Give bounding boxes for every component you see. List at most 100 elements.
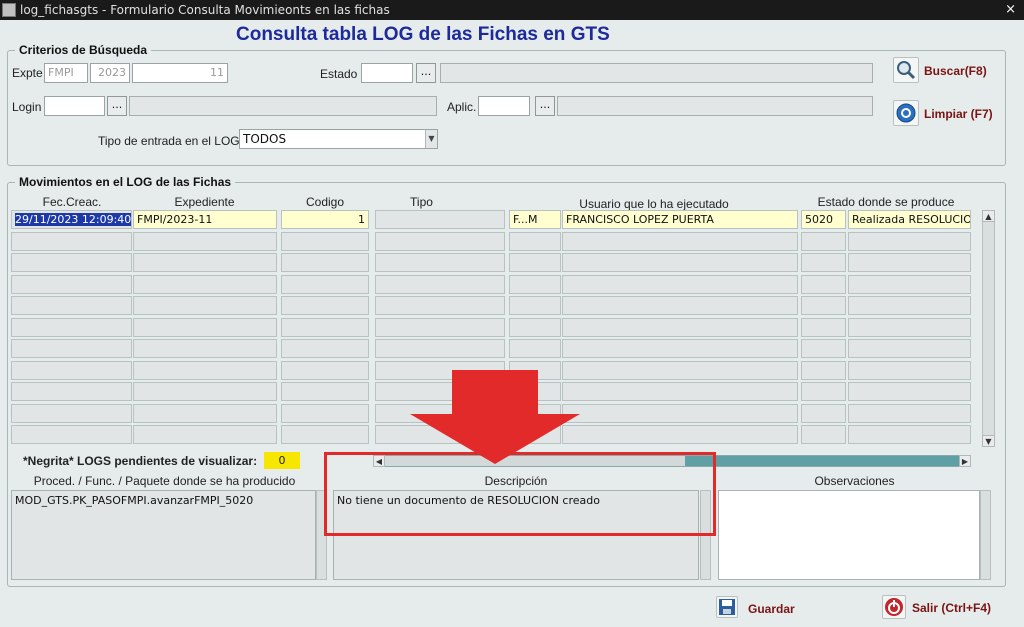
grid-cell[interactable] bbox=[133, 231, 277, 251]
grid-cell[interactable] bbox=[509, 339, 561, 358]
grid-cell[interactable] bbox=[848, 425, 971, 444]
grid-cell[interactable] bbox=[133, 296, 277, 315]
limpiar-button[interactable] bbox=[893, 100, 919, 126]
grid-cell[interactable] bbox=[11, 403, 132, 423]
grid-cell[interactable] bbox=[509, 253, 561, 272]
grid-cell[interactable] bbox=[801, 425, 846, 444]
grid-cell[interactable] bbox=[11, 339, 132, 358]
grid-cell[interactable] bbox=[801, 403, 846, 423]
grid-cell[interactable] bbox=[133, 425, 277, 444]
grid-cell[interactable] bbox=[281, 339, 369, 358]
guardar-label[interactable]: Guardar bbox=[748, 602, 795, 616]
grid-cell[interactable] bbox=[562, 231, 798, 251]
grid-cell[interactable] bbox=[509, 317, 561, 337]
cell-user-code[interactable]: F...M bbox=[509, 210, 561, 229]
grid-cell[interactable] bbox=[801, 317, 846, 337]
grid-cell[interactable] bbox=[11, 382, 132, 401]
grid-cell[interactable] bbox=[281, 317, 369, 337]
grid-cell[interactable] bbox=[281, 231, 369, 251]
grid-cell[interactable] bbox=[562, 296, 798, 315]
grid-cell[interactable] bbox=[848, 231, 971, 251]
aplic-lookup-button[interactable]: ... bbox=[535, 96, 555, 116]
grid-cell[interactable] bbox=[11, 296, 132, 315]
grid-cell[interactable] bbox=[801, 339, 846, 358]
aplic-input[interactable] bbox=[478, 96, 530, 116]
grid-cell[interactable] bbox=[562, 274, 798, 294]
grid-cell[interactable] bbox=[801, 360, 846, 380]
cell-expediente[interactable]: FMPI/2023-11 bbox=[133, 210, 277, 229]
grid-cell[interactable] bbox=[848, 382, 971, 401]
grid-cell[interactable] bbox=[375, 339, 505, 358]
limpiar-label[interactable]: Limpiar (F7) bbox=[924, 107, 993, 121]
proc-textarea[interactable]: MOD_GTS.PK_PASOFMPI.avanzarFMPI_5020 bbox=[11, 490, 316, 580]
login-input[interactable] bbox=[44, 96, 105, 116]
scroll-right-icon[interactable]: ▶ bbox=[959, 455, 971, 467]
grid-cell[interactable] bbox=[11, 274, 132, 294]
grid-cell[interactable] bbox=[562, 253, 798, 272]
expte-year-field[interactable]: 2023 bbox=[90, 63, 130, 83]
grid-cell[interactable] bbox=[133, 317, 277, 337]
grid-cell[interactable] bbox=[281, 403, 369, 423]
close-icon[interactable]: × bbox=[1005, 0, 1016, 20]
grid-cell[interactable] bbox=[848, 360, 971, 380]
estado-input[interactable] bbox=[361, 63, 413, 83]
login-lookup-button[interactable]: ... bbox=[107, 96, 127, 116]
expte-number-field[interactable]: 11 bbox=[132, 63, 228, 83]
obs-scrollbar[interactable] bbox=[980, 490, 991, 580]
grid-cell[interactable] bbox=[133, 253, 277, 272]
grid-cell[interactable] bbox=[801, 274, 846, 294]
grid-cell[interactable] bbox=[801, 382, 846, 401]
grid-cell[interactable] bbox=[11, 231, 132, 251]
grid-cell[interactable] bbox=[281, 382, 369, 401]
grid-cell[interactable] bbox=[848, 296, 971, 315]
salir-button[interactable] bbox=[882, 595, 906, 619]
grid-cell[interactable] bbox=[848, 339, 971, 358]
grid-cell[interactable] bbox=[281, 360, 369, 380]
grid-cell[interactable] bbox=[848, 317, 971, 337]
grid-cell[interactable] bbox=[281, 296, 369, 315]
cell-estado-desc[interactable]: Realizada RESOLUCION bbox=[848, 210, 971, 229]
grid-cell[interactable] bbox=[133, 403, 277, 423]
expte-type-field[interactable]: FMPI bbox=[44, 63, 88, 83]
grid-cell[interactable] bbox=[562, 425, 798, 444]
grid-cell[interactable] bbox=[848, 274, 971, 294]
grid-cell[interactable] bbox=[375, 317, 505, 337]
scroll-down-icon[interactable]: ▼ bbox=[982, 435, 995, 447]
grid-cell[interactable] bbox=[375, 274, 505, 294]
buscar-label[interactable]: Buscar(F8) bbox=[924, 64, 987, 78]
grid-cell[interactable] bbox=[11, 425, 132, 444]
cell-codigo[interactable]: 1 bbox=[281, 210, 369, 229]
grid-cell[interactable] bbox=[562, 339, 798, 358]
grid-cell[interactable] bbox=[11, 317, 132, 337]
grid-cell[interactable] bbox=[375, 253, 505, 272]
grid-cell[interactable] bbox=[281, 425, 369, 444]
grid-cell[interactable] bbox=[375, 296, 505, 315]
grid-cell[interactable] bbox=[281, 274, 369, 294]
grid-cell[interactable] bbox=[562, 382, 798, 401]
grid-cell[interactable] bbox=[509, 274, 561, 294]
grid-cell[interactable] bbox=[848, 403, 971, 423]
grid-vertical-scrollbar[interactable] bbox=[982, 210, 995, 447]
chevron-down-icon[interactable]: ▼ bbox=[425, 130, 437, 148]
grid-cell[interactable] bbox=[509, 296, 561, 315]
salir-label[interactable]: Salir (Ctrl+F4) bbox=[912, 601, 991, 615]
scroll-up-icon[interactable]: ▲ bbox=[982, 210, 995, 222]
cell-user-name[interactable]: FRANCISCO LOPEZ PUERTA bbox=[562, 210, 798, 229]
grid-cell[interactable] bbox=[801, 296, 846, 315]
cell-tipo[interactable] bbox=[375, 210, 505, 229]
grid-cell[interactable] bbox=[801, 253, 846, 272]
grid-cell[interactable] bbox=[848, 253, 971, 272]
obs-textarea[interactable] bbox=[718, 490, 980, 580]
grid-cell[interactable] bbox=[801, 231, 846, 251]
grid-cell[interactable] bbox=[562, 360, 798, 380]
grid-cell[interactable] bbox=[281, 253, 369, 272]
guardar-button[interactable] bbox=[716, 596, 738, 618]
tipo-entrada-select[interactable]: TODOS ▼ bbox=[239, 129, 438, 149]
grid-cell[interactable] bbox=[11, 360, 132, 380]
cell-estado-code[interactable]: 5020 bbox=[801, 210, 846, 229]
grid-cell[interactable] bbox=[509, 231, 561, 251]
grid-cell[interactable] bbox=[11, 253, 132, 272]
grid-cell[interactable] bbox=[133, 382, 277, 401]
estado-lookup-button[interactable]: ... bbox=[416, 63, 436, 83]
cell-fecha[interactable]: 29/11/2023 12:09:40 bbox=[11, 210, 132, 229]
